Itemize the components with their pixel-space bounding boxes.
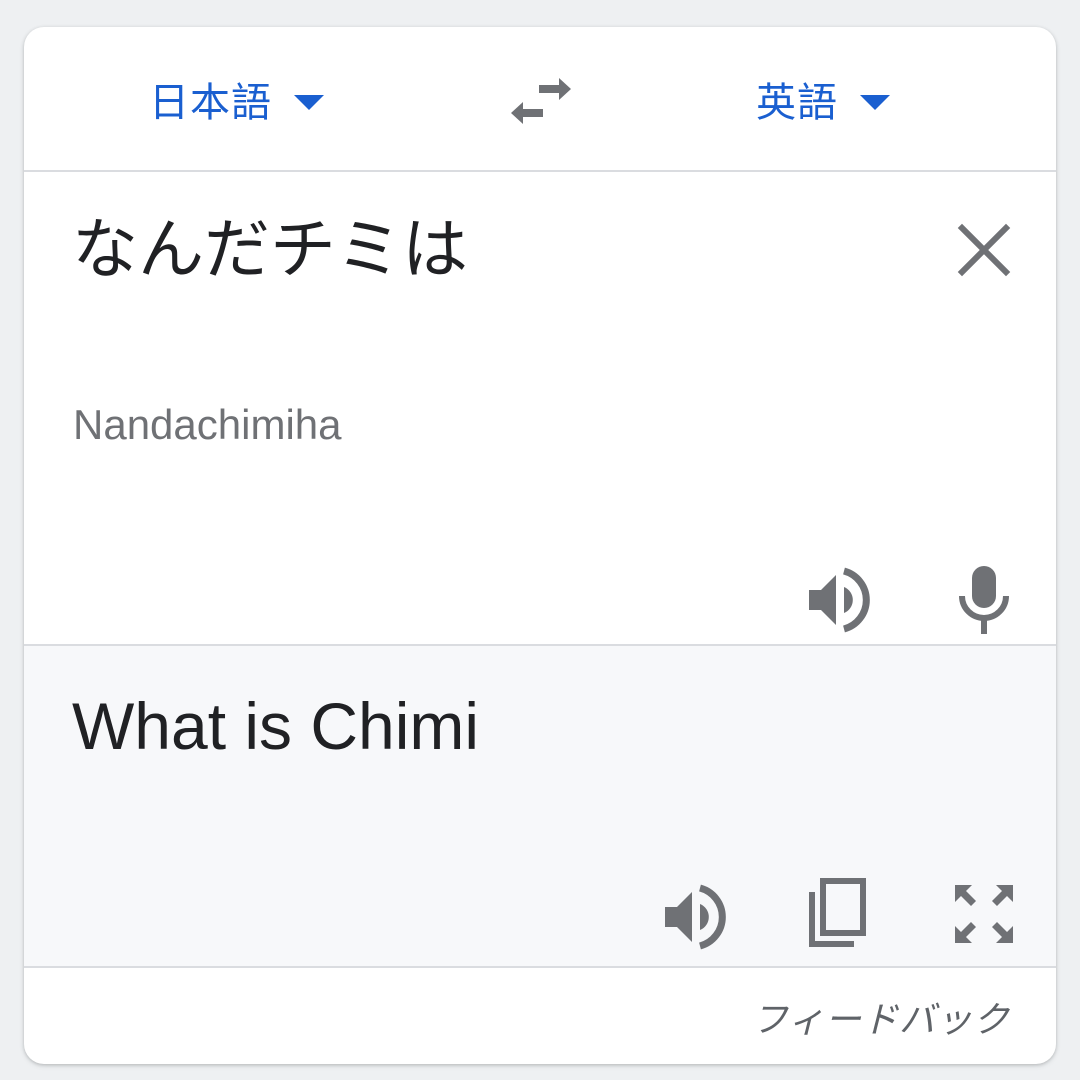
language-bar: 日本語 英語 xyxy=(24,27,1056,172)
dropdown-caret-icon xyxy=(294,94,324,110)
translation-text: What is Chimi xyxy=(72,689,480,763)
swap-horiz-icon xyxy=(511,78,571,124)
copy-translation-button[interactable] xyxy=(806,878,870,950)
source-language-label: 日本語 xyxy=(149,80,272,126)
feedback-link[interactable]: フィードバック xyxy=(752,991,1010,1043)
volume-up-icon xyxy=(809,567,870,633)
translation-panel: What is Chimi xyxy=(24,646,1056,968)
swap-languages-button[interactable] xyxy=(506,71,576,131)
dropdown-caret-icon xyxy=(860,94,890,110)
mic-icon xyxy=(959,566,1009,634)
copy-icon xyxy=(809,878,866,947)
volume-up-icon xyxy=(665,884,726,950)
source-listen-button[interactable] xyxy=(806,567,872,633)
translation-listen-button[interactable] xyxy=(662,884,728,950)
source-panel: なんだチミは Nandachimiha xyxy=(24,172,1056,646)
close-icon xyxy=(957,223,1011,277)
source-romanization: Nandachimiha xyxy=(73,401,342,448)
source-language-selector[interactable]: 日本語 xyxy=(149,71,324,127)
target-language-selector[interactable]: 英語 xyxy=(756,71,890,127)
fullscreen-button[interactable] xyxy=(952,882,1016,946)
voice-input-button[interactable] xyxy=(952,564,1016,636)
target-language-label: 英語 xyxy=(756,80,838,126)
source-text-input[interactable]: なんだチミは xyxy=(72,210,468,290)
page: 日本語 英語 なんだチミは Nandachimiha What is Chimi… xyxy=(0,0,1080,1080)
clear-source-button[interactable] xyxy=(954,220,1014,280)
translate-card: 日本語 英語 なんだチミは Nandachimiha What is Chimi… xyxy=(24,27,1056,1064)
fullscreen-icon xyxy=(955,885,1013,943)
